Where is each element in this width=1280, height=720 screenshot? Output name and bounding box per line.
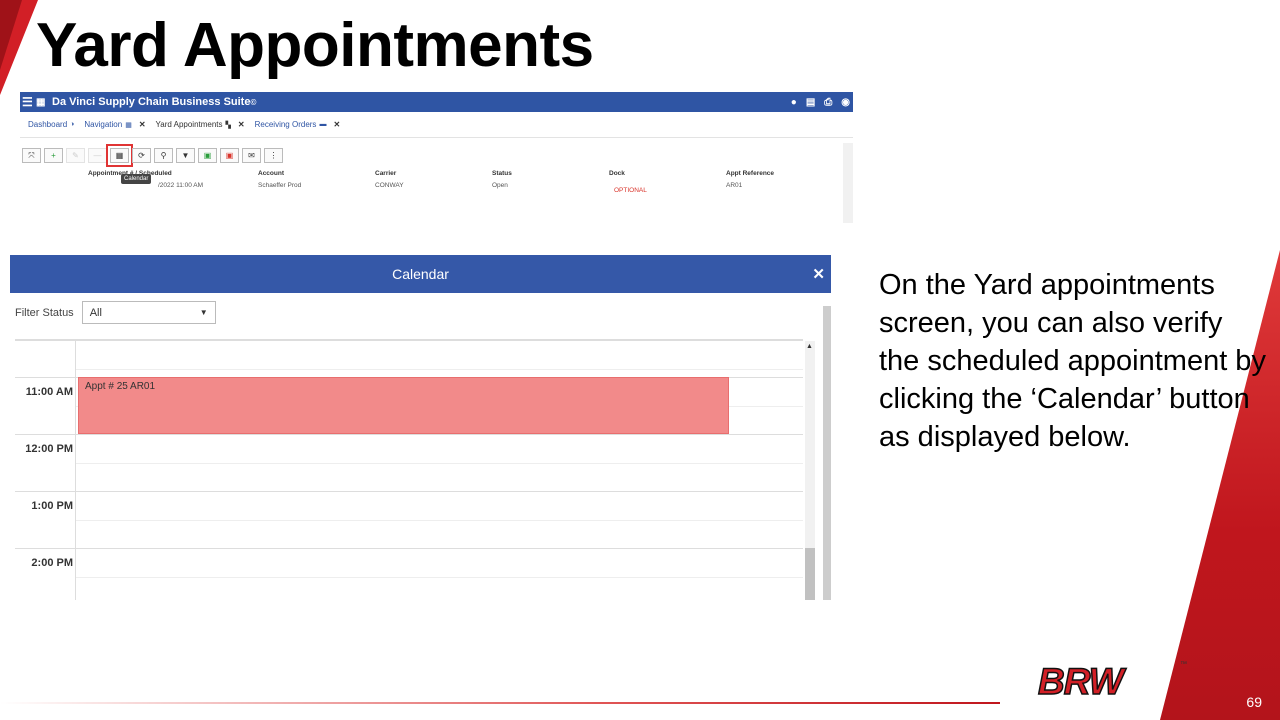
scrollbar-thumb[interactable] bbox=[823, 306, 831, 600]
tab-receiving-orders[interactable]: Receiving Orders ▬ ✕ bbox=[255, 120, 341, 129]
user-icon[interactable]: ● bbox=[791, 97, 797, 108]
brw-logo: BRW ™ bbox=[1037, 660, 1187, 703]
search-icon[interactable]: ⚲ bbox=[154, 148, 173, 163]
cell-scheduled: /2022 11:00 AM bbox=[158, 182, 204, 189]
close-icon[interactable]: ✕ bbox=[333, 120, 340, 129]
calendar-header: Calendar ✕ bbox=[10, 255, 831, 293]
half-hour-line bbox=[76, 520, 803, 521]
filter-status-select[interactable]: All ▼ bbox=[81, 301, 216, 324]
app-header-bar: ☰ ▦ Da Vinci Supply Chain Business Suite… bbox=[20, 92, 853, 112]
tab-dashboard[interactable]: Dashboard ◑ bbox=[28, 120, 74, 129]
column-header[interactable]: Carrier bbox=[375, 170, 396, 177]
logo-trademark: ™ bbox=[1180, 661, 1187, 668]
scrollbar-thumb[interactable] bbox=[805, 548, 815, 600]
app-screenshot: ☰ ▦ Da Vinci Supply Chain Business Suite… bbox=[20, 92, 853, 223]
edit-icon[interactable]: ✎ bbox=[66, 148, 85, 163]
footer-line bbox=[0, 702, 1000, 704]
tab-label: Yard Appointments bbox=[155, 120, 223, 129]
tab-label: Receiving Orders bbox=[254, 120, 317, 129]
account-icon[interactable]: ◉ bbox=[841, 97, 850, 108]
schedule-scrollbar[interactable]: ▲ bbox=[805, 341, 815, 600]
column-header[interactable]: Account bbox=[258, 170, 284, 177]
half-hour-line bbox=[76, 577, 803, 578]
time-slot[interactable]: 12:00 PM bbox=[15, 434, 803, 491]
calendar-title: Calendar bbox=[392, 266, 449, 282]
instruction-text: On the Yard appointments screen, you can… bbox=[879, 269, 1266, 453]
close-icon[interactable]: ✕ bbox=[238, 120, 245, 129]
print-icon[interactable]: ⎙ bbox=[824, 97, 832, 108]
time-slot[interactable]: 1:00 PM bbox=[15, 491, 803, 548]
refresh-icon[interactable]: ⟳ bbox=[132, 148, 151, 163]
close-icon[interactable]: ✕ bbox=[139, 120, 146, 129]
column-header[interactable]: Appt Reference bbox=[726, 170, 774, 177]
warehouse-icon[interactable]: ▤ bbox=[806, 97, 815, 108]
corner-decoration-dark bbox=[0, 0, 22, 70]
filter-status-label: Filter Status bbox=[15, 306, 74, 319]
chevron-down-icon: ▼ bbox=[199, 308, 208, 317]
copyright-mark: © bbox=[250, 97, 257, 107]
grid-toolbar: ⤧ + ✎ — ▦ ⟳ ⚲ ▼ ▣ ▣ ✉ ⋮ bbox=[22, 144, 283, 167]
more-icon[interactable]: ⋮ bbox=[264, 148, 283, 163]
header-icon-group: ● ▤ ⎙ ◉ bbox=[791, 97, 853, 108]
box-icon: ▬ bbox=[319, 121, 327, 128]
calendar-dialog: Calendar ✕ Filter Status All ▼ 11:00 AM … bbox=[10, 255, 831, 600]
page-number: 69 bbox=[1246, 694, 1262, 710]
cell-reference: AR01 bbox=[726, 182, 743, 189]
event-label: Appt # 25 AR01 bbox=[85, 381, 156, 392]
time-label: 12:00 PM bbox=[25, 443, 73, 455]
app-title: Da Vinci Supply Chain Business Suite bbox=[52, 96, 251, 108]
close-icon[interactable]: ✕ bbox=[812, 265, 825, 283]
logo-wordmark: BRW bbox=[1037, 660, 1124, 703]
grid-icon: ▦ bbox=[125, 121, 132, 129]
filter-status: Filter Status All ▼ bbox=[15, 301, 216, 324]
half-hour-line bbox=[76, 463, 803, 464]
calendar-tooltip: Calendar bbox=[121, 174, 152, 184]
cell-account: Schaeffer Prod bbox=[258, 182, 302, 189]
calendar-icon[interactable]: ▦ bbox=[106, 144, 133, 167]
dashboard-icon: ◑ bbox=[70, 121, 75, 128]
tab-label: Dashboard bbox=[28, 120, 68, 129]
pdf-icon[interactable]: ▣ bbox=[220, 148, 239, 163]
cell-dock: OPTIONAL bbox=[614, 187, 647, 194]
slide-title: Yard Appointments bbox=[36, 11, 594, 80]
half-hour-line bbox=[76, 369, 803, 370]
time-label: 11:00 AM bbox=[25, 386, 73, 398]
appointment-event[interactable]: Appt # 25 AR01 bbox=[78, 377, 729, 434]
email-icon[interactable]: ✉ bbox=[242, 148, 261, 163]
time-slot[interactable]: 2:00 PM bbox=[15, 548, 803, 600]
tab-label: Navigation bbox=[84, 120, 123, 129]
remove-icon[interactable]: — bbox=[88, 148, 107, 163]
column-header[interactable]: Status bbox=[492, 170, 512, 177]
cell-status: Open bbox=[492, 182, 508, 189]
tab-bar: Dashboard ◑ Navigation ▦ ✕ Yard Appointm… bbox=[20, 112, 853, 138]
scroll-up-icon[interactable]: ▲ bbox=[806, 343, 813, 350]
time-label: 1:00 PM bbox=[31, 500, 73, 512]
column-header[interactable]: Dock bbox=[609, 170, 625, 177]
truck-icon: ▚ bbox=[225, 121, 231, 129]
grid-scrollbar[interactable] bbox=[843, 143, 853, 223]
add-icon[interactable]: + bbox=[44, 148, 63, 163]
cell-carrier: CONWAY bbox=[375, 182, 404, 189]
filter-status-value: All bbox=[89, 306, 102, 319]
grid-icon: ▦ bbox=[36, 96, 46, 108]
tab-yard-appointments[interactable]: Yard Appointments ▚ ✕ bbox=[156, 120, 245, 129]
dialog-scrollbar[interactable] bbox=[823, 306, 831, 600]
hamburger-menu-icon[interactable]: ☰ bbox=[22, 95, 34, 109]
time-label: 2:00 PM bbox=[31, 557, 73, 569]
tab-navigation[interactable]: Navigation ▦ ✕ bbox=[84, 120, 145, 129]
filter-icon[interactable]: ▼ bbox=[176, 148, 195, 163]
excel-icon[interactable]: ▣ bbox=[198, 148, 217, 163]
expand-icon[interactable]: ⤧ bbox=[22, 148, 41, 163]
